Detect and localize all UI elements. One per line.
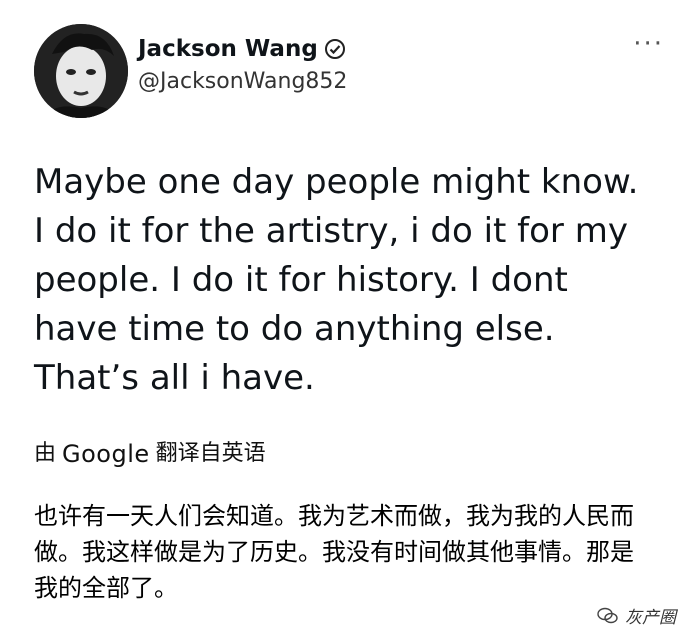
avatar-image [34, 24, 128, 118]
watermark-label: 灰产圈 [625, 608, 676, 628]
translation-prefix: 由 [34, 441, 57, 466]
more-options-icon[interactable]: ··· [633, 31, 664, 57]
translation-attribution[interactable]: 由 Google 翻译自英语 [34, 438, 266, 470]
google-logo-text: Google [62, 440, 150, 468]
tweet-header: Jackson Wang @JacksonWang852 ··· [30, 24, 670, 124]
author-info: Jackson Wang @JacksonWang852 [138, 34, 347, 98]
author-name-row[interactable]: Jackson Wang [138, 34, 347, 64]
translated-text: 也许有一天人们会知道。我为艺术而做，我为我的人民而做。我这样做是为了历史。我没有… [34, 502, 634, 602]
tweet-text: Maybe one day people might know. I do it… [34, 162, 639, 398]
avatar[interactable] [34, 24, 128, 118]
author-display-name[interactable]: Jackson Wang [138, 34, 318, 64]
wechat-icon [597, 607, 619, 625]
translation-suffix: 翻译自英语 [155, 441, 266, 466]
verified-badge-icon [324, 38, 346, 60]
author-handle[interactable]: @JacksonWang852 [138, 66, 347, 98]
watermark: 灰产圈 [597, 603, 676, 628]
